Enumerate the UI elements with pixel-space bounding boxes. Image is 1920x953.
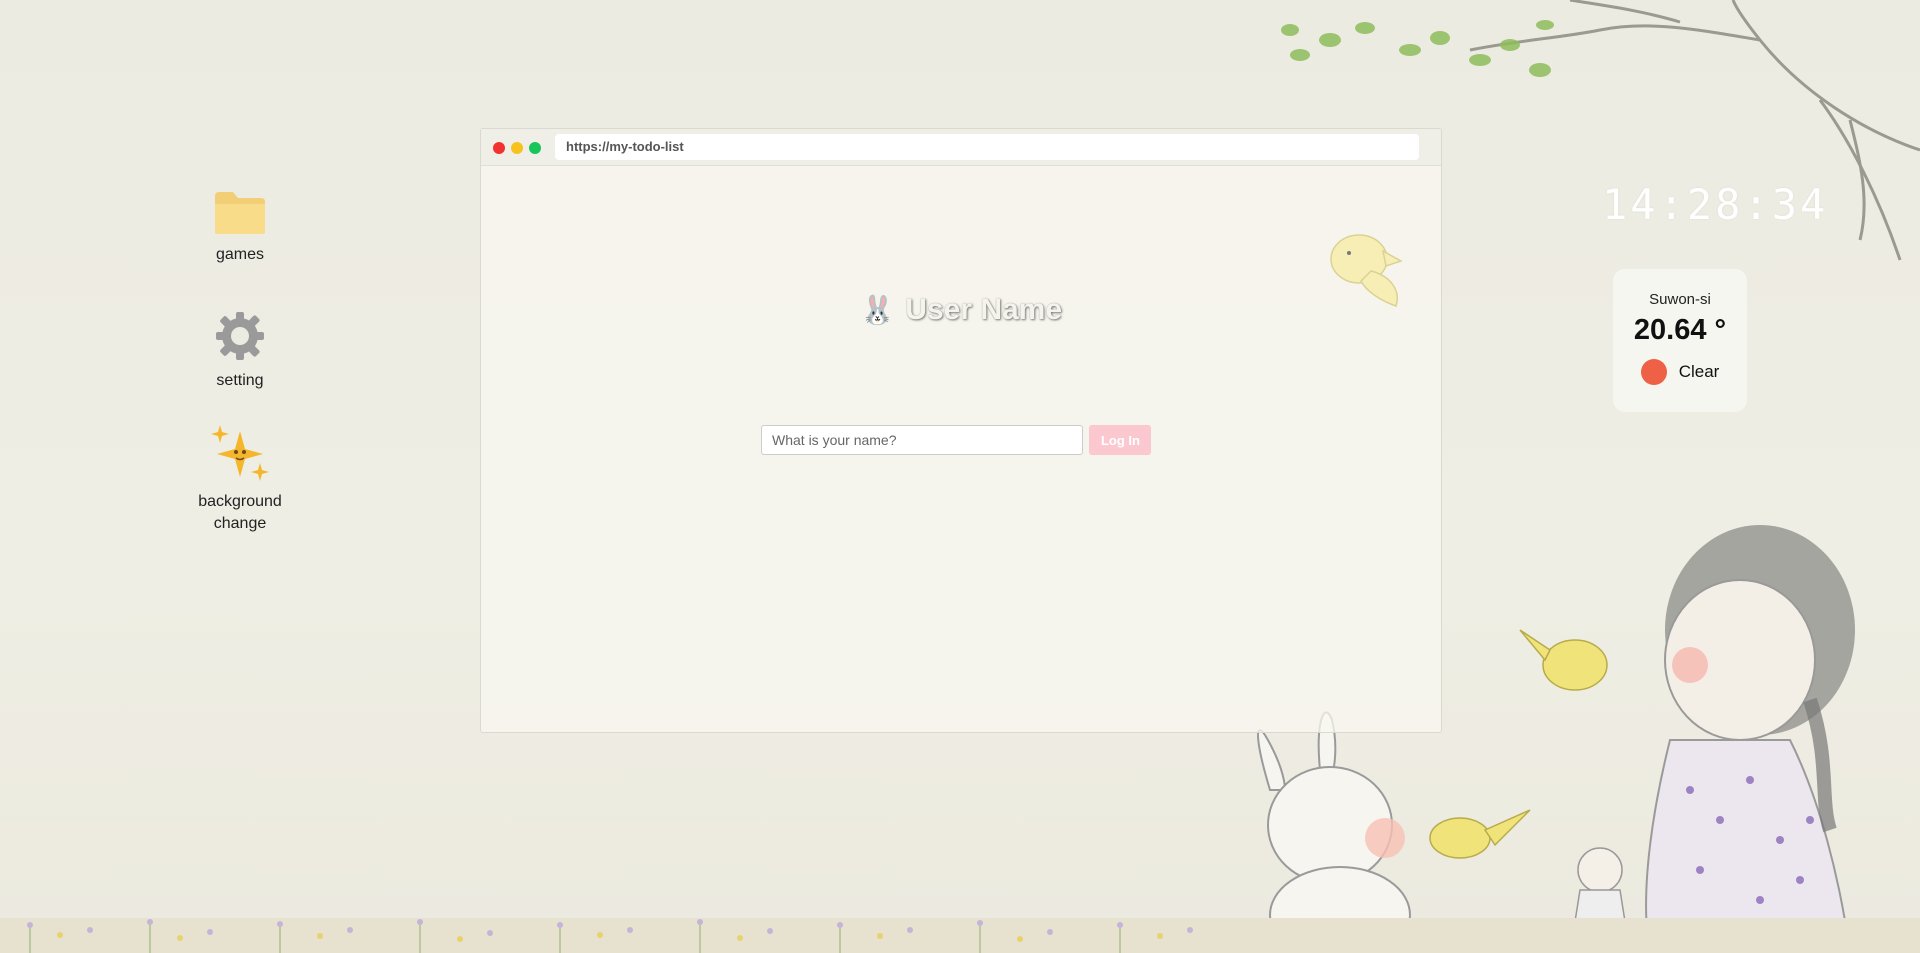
flower-field xyxy=(0,918,1920,953)
minimize-window-button[interactable] xyxy=(511,142,523,154)
doll-figure xyxy=(1569,847,1631,953)
weather-temperature: 20.64 ° xyxy=(1633,314,1727,346)
browser-toolbar: https://my-todo-list xyxy=(481,129,1441,166)
sparkles-icon xyxy=(211,425,269,481)
gear-icon xyxy=(216,312,264,360)
weather-widget: Suwon-si 20.64 ° Clear xyxy=(1613,269,1747,412)
chick-flying xyxy=(1429,629,1608,859)
close-window-button[interactable] xyxy=(493,142,505,154)
desktop-icon-setting[interactable]: setting xyxy=(175,310,305,392)
weather-condition: Clear xyxy=(1678,362,1720,381)
desktop-icon-label: games xyxy=(215,246,265,263)
desktop-icon-label: setting xyxy=(216,372,264,389)
girl-figure xyxy=(1645,525,1855,953)
digital-clock: 14:28:34 xyxy=(1602,180,1829,229)
sun-icon xyxy=(1640,359,1667,385)
weather-city: Suwon-si xyxy=(1649,291,1711,308)
tree-leaves xyxy=(1281,20,1554,77)
weather-condition-row: Clear xyxy=(1613,359,1747,385)
bunny-figure xyxy=(1257,711,1411,953)
login-button[interactable]: Log In xyxy=(1089,425,1152,455)
desktop-icon-games[interactable]: games xyxy=(175,190,305,266)
login-form: Log In xyxy=(761,425,1152,455)
maximize-window-button[interactable] xyxy=(529,142,541,154)
folder-icon xyxy=(215,192,265,234)
page-title: User Name xyxy=(905,293,1063,326)
browser-window: https://my-todo-list 🐰 User Name Log In xyxy=(480,128,1442,733)
address-bar[interactable]: https://my-todo-list xyxy=(555,134,1419,160)
bunny-icon: 🐰 xyxy=(859,294,895,326)
name-input[interactable] xyxy=(761,425,1083,455)
greeting-header: 🐰 User Name xyxy=(481,293,1441,327)
desktop-icon-label: background change xyxy=(198,493,282,532)
desktop-icon-background-change[interactable]: background change xyxy=(175,425,305,535)
